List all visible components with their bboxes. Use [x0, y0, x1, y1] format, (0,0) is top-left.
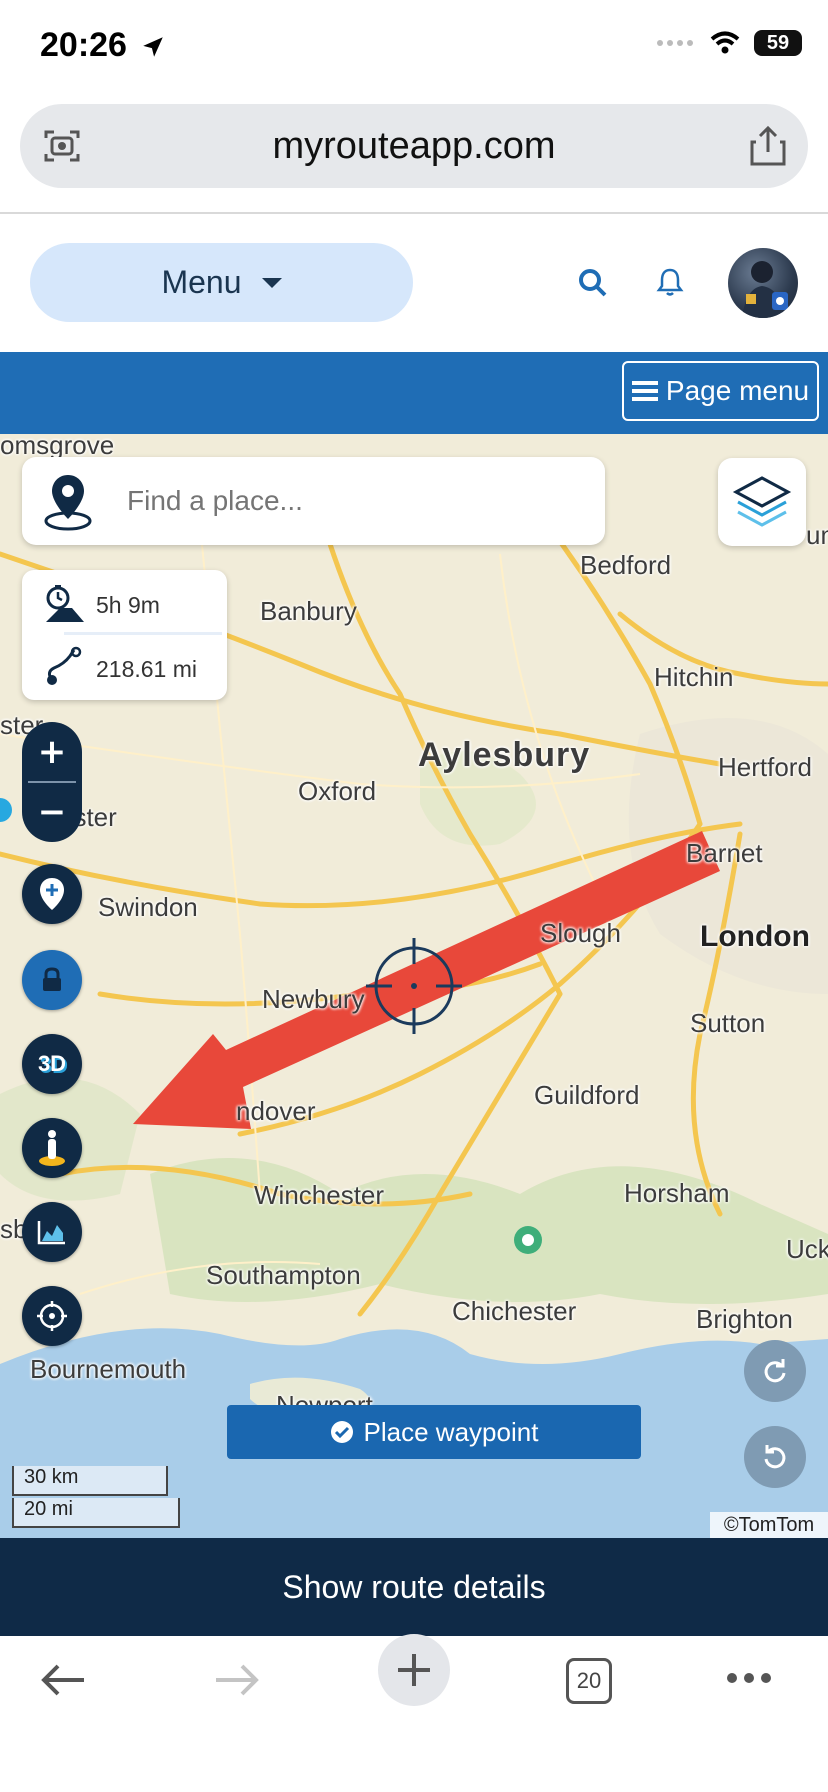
check-circle-icon	[330, 1421, 353, 1443]
show-route-details-button[interactable]: Show route details	[0, 1538, 828, 1636]
page-menu-button[interactable]: Page menu	[622, 361, 819, 421]
location-arrow-icon	[143, 37, 164, 57]
map-label-brighton: Brighton	[696, 1304, 793, 1334]
route-duration: 5h 9m	[96, 592, 160, 618]
map-label-um: um	[806, 520, 828, 550]
battery-indicator: 59	[754, 30, 802, 56]
route-summary-card[interactable]: 5h 9m 218.61 mi	[22, 570, 227, 700]
map-label-barnet: Barnet	[686, 838, 763, 868]
map-layers-button[interactable]	[718, 458, 806, 546]
signal-icon	[657, 40, 693, 46]
map-label-guildford: Guildford	[534, 1080, 640, 1110]
page-menu-label: Page menu	[665, 375, 810, 406]
status-icons: 59	[656, 30, 802, 56]
center-location-button[interactable]	[22, 1286, 82, 1346]
3d-view-button[interactable]: 3D	[22, 1034, 82, 1094]
menu-button-label: Menu	[161, 264, 242, 300]
bell-icon[interactable]	[654, 266, 686, 298]
status-time-text: 20:26	[40, 26, 127, 64]
place-waypoint-label: Place waypoint	[363, 1416, 539, 1447]
elevation-chart-icon	[37, 1221, 65, 1245]
map-label-swindon: Swindon	[98, 892, 198, 922]
elevation-profile-button[interactable]	[22, 1202, 82, 1262]
redo-icon	[764, 1359, 786, 1383]
search-icon[interactable]	[578, 268, 608, 298]
add-location-icon	[40, 878, 64, 910]
map-label-uck: Uck	[786, 1234, 828, 1264]
address-bar[interactable]: myrouteapp.com	[20, 104, 808, 188]
undo-icon	[764, 1445, 786, 1469]
stopwatch-road-icon	[46, 585, 84, 622]
crosshair-icon	[37, 1301, 67, 1331]
wifi-icon	[710, 31, 740, 54]
map-label-aylesbury: Aylesbury	[418, 736, 591, 774]
caret-down-icon	[261, 277, 282, 288]
tabs-button[interactable]: 20	[566, 1658, 612, 1704]
map-label-winchester: Winchester	[254, 1180, 385, 1210]
3d-label: 3D	[37, 1051, 67, 1076]
hamburger-icon	[631, 381, 658, 401]
route-details-label: Show route details	[282, 1568, 546, 1605]
back-arrow-icon[interactable]	[38, 1660, 88, 1700]
map-label-horsham: Horsham	[624, 1178, 730, 1208]
map-label-bedford: Bedford	[580, 550, 672, 580]
zoom-out-button[interactable]: −	[22, 782, 82, 842]
map-label-oxford: Oxford	[298, 776, 377, 806]
map-label-slough: Slough	[540, 918, 621, 948]
map-label-london: London	[700, 920, 810, 953]
avatar-image	[742, 261, 788, 318]
share-icon[interactable]	[748, 124, 788, 168]
browser-divider	[0, 212, 828, 214]
lock-button[interactable]	[22, 950, 82, 1010]
search-input[interactable]	[127, 457, 587, 545]
route-distance: 218.61 mi	[96, 656, 198, 682]
layers-icon	[732, 476, 792, 527]
map-attribution: ©TomTom	[710, 1512, 828, 1538]
lock-icon	[43, 967, 61, 991]
pegman-icon	[39, 1130, 65, 1166]
map-label-sutton: Sutton	[690, 1008, 766, 1038]
tabs-count: 20	[576, 1668, 602, 1693]
route-card-divider	[64, 632, 222, 635]
redo-button[interactable]	[744, 1340, 806, 1402]
scale-mi: 20 mi	[12, 1498, 180, 1528]
map-label-southampton: Southampton	[206, 1260, 361, 1290]
map-label-chichester: Chichester	[452, 1296, 577, 1326]
route-distance-icon	[47, 646, 82, 685]
street-view-button[interactable]	[22, 1118, 82, 1178]
zoom-in-button[interactable]: +	[22, 722, 82, 782]
user-avatar[interactable]	[728, 248, 798, 318]
undo-button[interactable]	[744, 1426, 806, 1488]
zoom-control: + −	[22, 722, 82, 842]
menu-button[interactable]: Menu	[30, 243, 413, 322]
map-label-hertford: Hertford	[718, 752, 812, 782]
map-label-bournemouth: Bournemouth	[30, 1354, 187, 1384]
place-search[interactable]	[22, 457, 605, 545]
more-icon[interactable]	[726, 1672, 772, 1684]
map-label-banbury: Banbury	[260, 596, 357, 626]
forward-arrow-icon[interactable]	[212, 1660, 262, 1700]
battery-level: 59	[766, 31, 790, 54]
place-waypoint-button[interactable]: Place waypoint	[227, 1405, 641, 1459]
add-waypoint-button[interactable]	[22, 864, 82, 924]
map-label-newbury: Newbury	[262, 984, 365, 1014]
location-pin-icon	[44, 475, 92, 531]
scale-km: 30 km	[12, 1466, 168, 1496]
status-time: 20:26	[40, 26, 166, 65]
plus-icon	[398, 1654, 430, 1686]
map-label-hitchin: Hitchin	[654, 662, 734, 692]
map-label-ndover: ndover	[236, 1096, 316, 1126]
url-text[interactable]: myrouteapp.com	[20, 104, 808, 188]
new-tab-button[interactable]	[378, 1634, 450, 1706]
